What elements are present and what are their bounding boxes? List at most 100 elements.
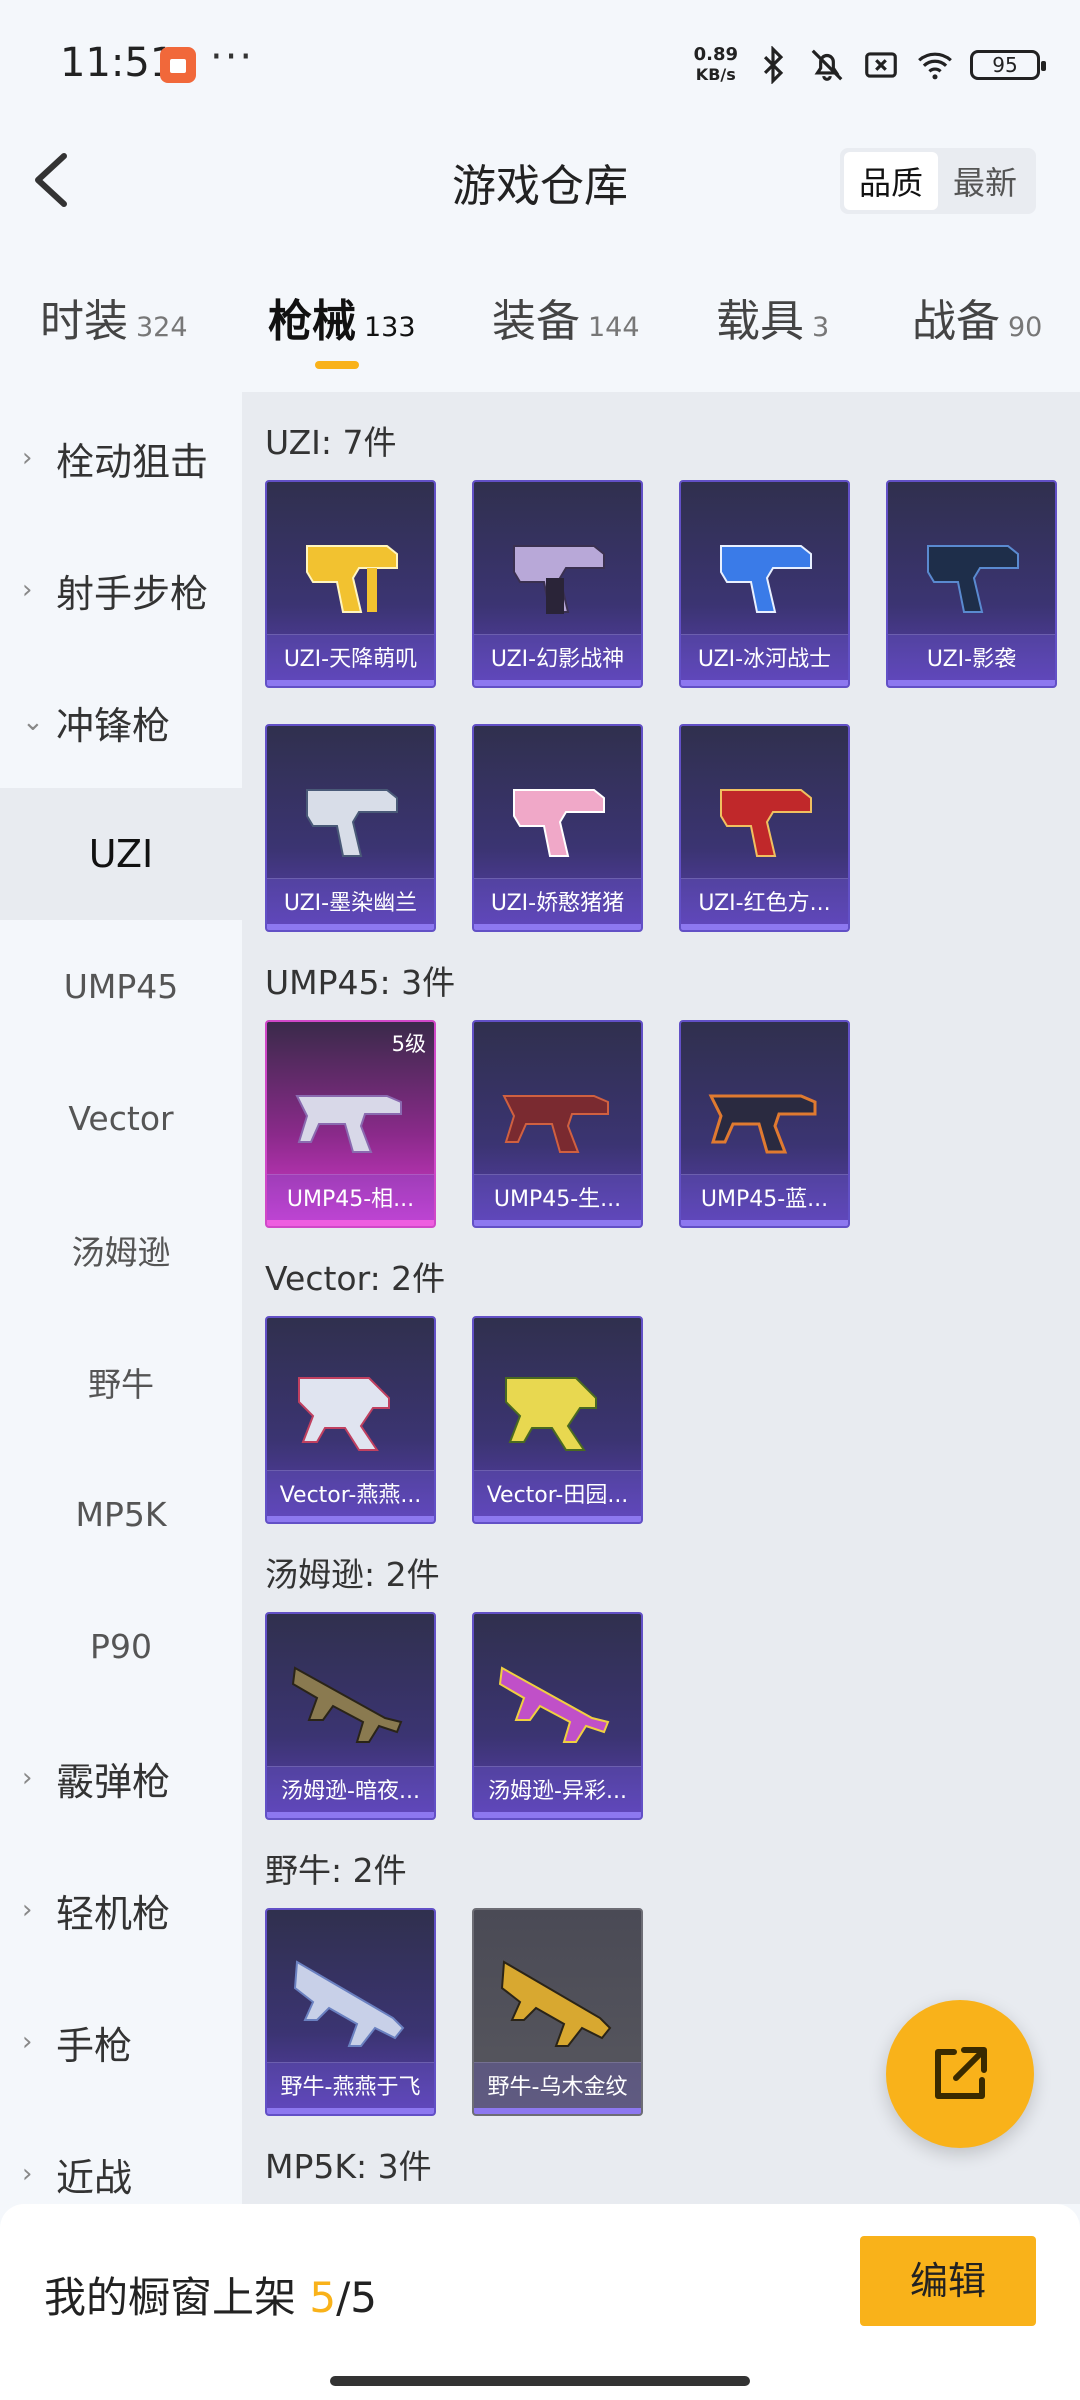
sidebar-item-vector[interactable]: Vector — [0, 1052, 242, 1184]
weapon-card[interactable]: UMP45-生... — [472, 1020, 643, 1228]
chevron-right-icon: › — [22, 443, 33, 473]
sidebar-item-bizon[interactable]: 野牛 — [0, 1316, 242, 1448]
showcase-label: 我的橱窗上架 — [44, 2273, 310, 2322]
weapon-card[interactable]: Vector-田园... — [472, 1316, 643, 1524]
weapon-name: UZI-幻影战神 — [474, 634, 641, 686]
weapon-card[interactable]: 汤姆逊-异彩... — [472, 1612, 643, 1820]
more-dots-icon: ··· — [210, 34, 255, 80]
status-time: 11:51 — [60, 40, 176, 86]
status-bar: 11:51 ··· 0.89 KB/s 95 — [0, 0, 1080, 130]
sidebar-group-shotgun[interactable]: › 霰弹枪 — [0, 1712, 242, 1844]
smg-icon — [708, 1094, 817, 1154]
weapon-card[interactable]: UZI-幻影战神 — [472, 480, 643, 688]
share-button[interactable] — [886, 2000, 1034, 2148]
smg-icon — [513, 789, 605, 857]
smg-icon — [291, 1666, 403, 1743]
weapon-name: UMP45-相... — [267, 1174, 434, 1226]
chevron-down-icon: ⌄ — [22, 707, 44, 737]
share-icon — [935, 2047, 987, 2099]
weapon-card[interactable]: Vector-燕燕... — [265, 1316, 436, 1524]
sort-quality-button[interactable]: 品质 — [844, 152, 938, 210]
weapon-card[interactable]: 野牛-燕燕于飞 — [265, 1908, 436, 2116]
tab-count: 90 — [1008, 312, 1043, 343]
edit-button[interactable]: 编辑 — [860, 2236, 1036, 2326]
sidebar-item-ump45[interactable]: UMP45 — [0, 920, 242, 1052]
weapon-name: 汤姆逊-异彩... — [474, 1766, 641, 1818]
tab-count: 144 — [588, 312, 640, 343]
tab-label: 战备 — [912, 296, 1000, 347]
weapon-card[interactable]: UMP45-蓝... — [679, 1020, 850, 1228]
showcase-bar: 我的橱窗上架 5/5 编辑 — [0, 2204, 1080, 2400]
weapon-card[interactable]: 5级 UMP45-相... — [265, 1020, 436, 1228]
smg-icon — [513, 545, 605, 614]
weapon-card[interactable]: UZI-影袭 — [886, 480, 1057, 688]
sidebar-group-pistol[interactable]: › 手枪 — [0, 1976, 242, 2108]
wifi-icon — [918, 52, 952, 80]
weapon-name: UZI-冰河战士 — [681, 634, 848, 686]
section-title-bizon: 野牛: 2件 — [265, 1851, 407, 1890]
section-title-mp5k: MP5K: 3件 — [265, 2147, 432, 2186]
smg-icon — [498, 1666, 610, 1743]
bluetooth-icon — [763, 46, 784, 84]
tab-label: 装备 — [492, 296, 580, 347]
sidebar-item-p90[interactable]: P90 — [0, 1580, 242, 1712]
smg-icon — [306, 545, 398, 613]
weapon-card[interactable]: UZI-墨染幽兰 — [265, 724, 436, 932]
mute-icon — [811, 49, 843, 81]
chevron-right-icon: › — [22, 1763, 33, 1793]
tab-guns[interactable]: 枪械 133 — [268, 285, 416, 349]
weapon-name: UZI-墨染幽兰 — [267, 878, 434, 930]
net-speed-value: 0.89 — [693, 44, 738, 65]
sidebar-item-uzi[interactable]: UZI — [0, 788, 242, 920]
status-icons: 0.89 KB/s 95 — [693, 40, 1046, 90]
sidebar-group-lmg[interactable]: › 轻机枪 — [0, 1844, 242, 1976]
sidebar-group-bolt-sniper[interactable]: › 栓动狙击 — [0, 392, 242, 524]
sort-toggle[interactable]: 品质 最新 — [840, 148, 1036, 214]
app-notification-icon — [160, 47, 196, 83]
weapon-name: UZI-天降萌叽 — [267, 634, 434, 686]
showcase-count: 5 — [309, 2273, 337, 2322]
smg-icon — [927, 545, 1019, 613]
tab-label: 载具 — [716, 296, 804, 347]
weapon-name: 汤姆逊-暗夜... — [267, 1766, 434, 1818]
sidebar-group-label: 手枪 — [56, 2023, 133, 2068]
weapon-name: Vector-田园... — [474, 1470, 641, 1522]
weapon-name: UMP45-生... — [474, 1174, 641, 1226]
weapon-card[interactable]: UZI-冰河战士 — [679, 480, 850, 688]
sidebar-item-thompson[interactable]: 汤姆逊 — [0, 1184, 242, 1316]
smg-icon — [306, 789, 398, 857]
tab-supplies[interactable]: 战备 90 — [912, 285, 1042, 349]
tab-vehicles[interactable]: 载具 3 — [716, 285, 829, 349]
weapon-name: UZI-娇憨猪猪 — [474, 878, 641, 930]
weapon-card[interactable]: 汤姆逊-暗夜... — [265, 1612, 436, 1820]
sidebar-group-smg[interactable]: ⌄ 冲锋枪 — [0, 656, 242, 788]
weapon-name: UZI-影袭 — [888, 634, 1055, 686]
weapon-name: 野牛-燕燕于飞 — [267, 2062, 434, 2114]
tab-label: 时装 — [40, 296, 128, 347]
smg-icon — [295, 1095, 402, 1153]
tab-count: 3 — [812, 312, 830, 343]
tab-fashion[interactable]: 时装 324 — [40, 285, 188, 349]
sidebar-group-marksman[interactable]: › 射手步枪 — [0, 524, 242, 656]
showcase-total: /5 — [336, 2273, 377, 2322]
home-indicator[interactable] — [330, 2376, 750, 2386]
section-title-vector: Vector: 2件 — [265, 1259, 446, 1298]
weapon-card[interactable]: UZI-天降萌叽 — [265, 480, 436, 688]
section-title-thompson: 汤姆逊: 2件 — [265, 1555, 440, 1594]
weapon-name: Vector-燕燕... — [267, 1470, 434, 1522]
tab-equipment[interactable]: 装备 144 — [492, 285, 640, 349]
tab-count: 133 — [364, 312, 416, 343]
tab-label: 枪械 — [268, 296, 356, 347]
sidebar-group-label: 轻机枪 — [56, 1891, 171, 1936]
weapon-type-sidebar: › 栓动狙击 › 射手步枪 ⌄ 冲锋枪 UZI UMP45 Vector 汤姆逊… — [0, 392, 242, 2204]
sidebar-item-mp5k[interactable]: MP5K — [0, 1448, 242, 1580]
smg-icon — [505, 1377, 597, 1451]
sort-latest-button[interactable]: 最新 — [938, 152, 1032, 210]
smg-icon — [298, 1377, 390, 1451]
net-speed-unit: KB/s — [695, 65, 736, 84]
weapon-card[interactable]: UZI-红色方... — [679, 724, 850, 932]
weapon-card[interactable]: UZI-娇憨猪猪 — [472, 724, 643, 932]
weapon-card[interactable]: 野牛-乌木金纹 — [472, 1908, 643, 2116]
chevron-right-icon: › — [22, 2159, 33, 2189]
category-tabs: 时装 324 枪械 133 装备 144 载具 3 战备 90 — [0, 285, 1080, 375]
